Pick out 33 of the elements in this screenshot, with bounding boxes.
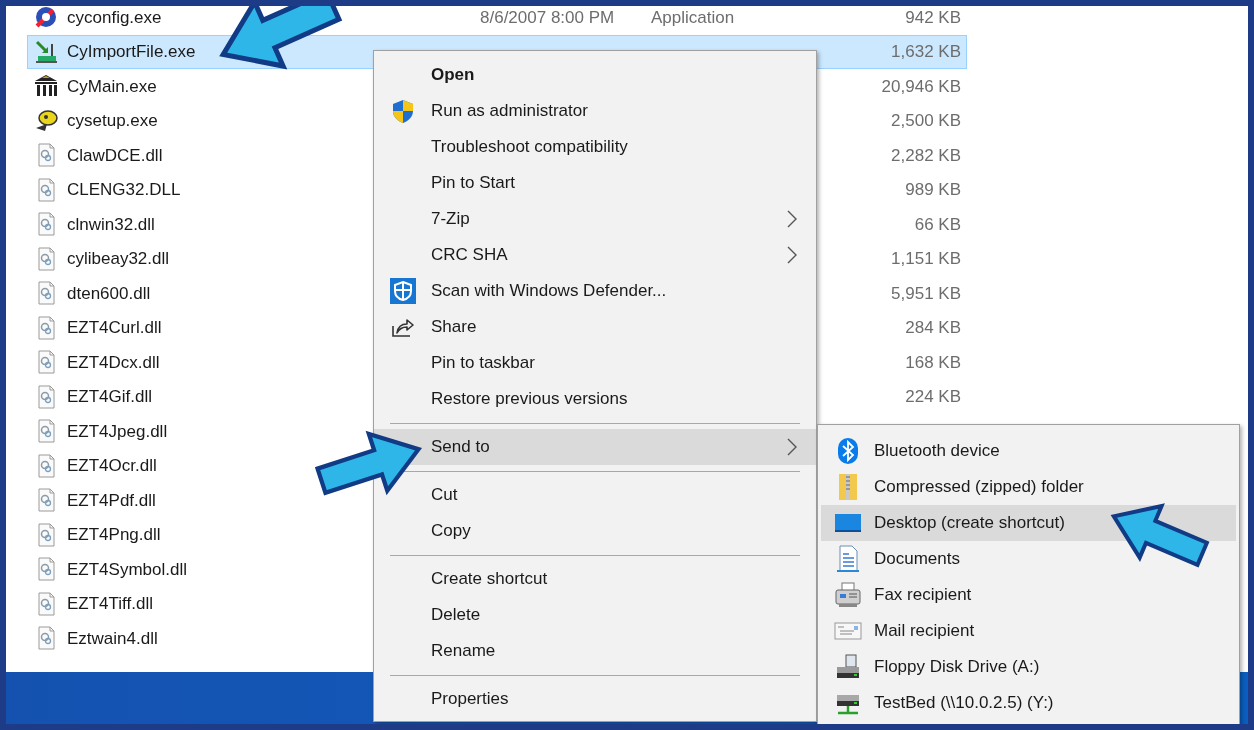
- file-size: 20,946 KB: [881, 75, 961, 98]
- file-size: 2,282 KB: [891, 144, 961, 167]
- file-size: 1,632 KB: [891, 41, 961, 63]
- file-type: Application: [651, 6, 735, 29]
- file-name: EZT4Pdf.dll: [67, 489, 156, 512]
- file-name: EZT4Symbol.dll: [67, 558, 187, 581]
- file-size: 224 KB: [905, 386, 961, 408]
- date-modified: 8/6/2007 8:00 PM: [480, 6, 615, 29]
- file-size: 168 KB: [905, 351, 961, 374]
- file-name: Eztwain4.dll: [67, 627, 158, 650]
- file-name: CyImportFile.exe: [67, 41, 196, 63]
- file-size: 942 KB: [905, 6, 961, 29]
- file-name: EZT4Jpeg.dll: [67, 420, 168, 443]
- file-name: EZT4Tiff.dll: [67, 593, 153, 615]
- file-size: 989 KB: [905, 179, 961, 201]
- file-name: EZT4Dcx.dll: [67, 351, 160, 374]
- file-name: EZT4Gif.dll: [67, 386, 153, 408]
- file-name: clnwin32.dll: [67, 213, 155, 236]
- file-name: CLENG32.DLL: [67, 179, 181, 201]
- file-size: 66 KB: [914, 213, 961, 236]
- file-name: EZT4Ocr.dll: [67, 455, 157, 477]
- file-name: EZT4Curl.dll: [67, 317, 162, 339]
- file-name: cyconfig.exe: [67, 6, 162, 29]
- file-size: 1,151 KB: [891, 248, 961, 270]
- file-name: dten600.dll: [67, 282, 151, 305]
- file-name: ClawDCE.dll: [67, 144, 163, 167]
- file-name: CyMain.exe: [67, 75, 157, 98]
- file-size: 284 KB: [905, 317, 961, 339]
- file-name: EZT4Png.dll: [67, 524, 161, 546]
- file-size: 5,951 KB: [891, 282, 961, 305]
- file-name: cylibeay32.dll: [67, 248, 170, 270]
- file-size: 2,500 KB: [891, 110, 961, 132]
- file-name: cysetup.exe: [67, 110, 158, 132]
